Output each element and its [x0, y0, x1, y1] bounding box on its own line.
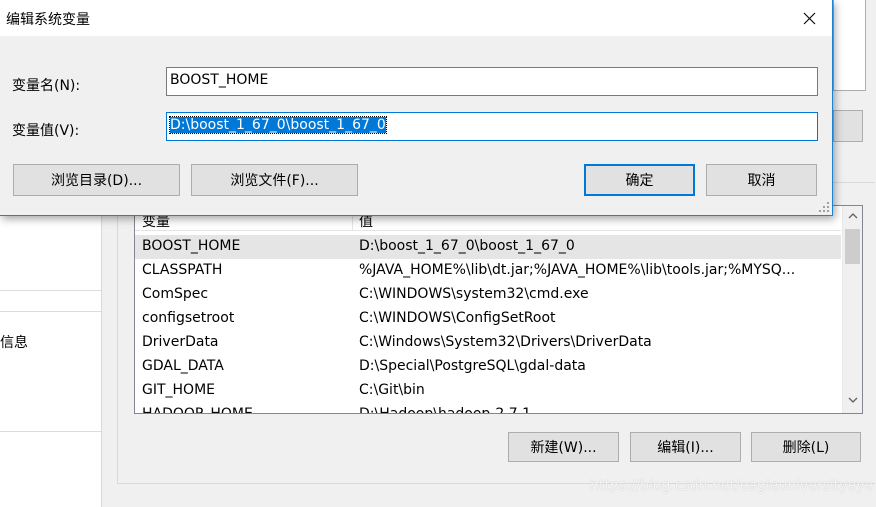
variable-name: HADOOP_HOME [142, 406, 253, 414]
info-label: 信息 [0, 335, 28, 351]
variable-value: C:\Git\bin [359, 382, 425, 398]
cancel-button[interactable]: 取消 [706, 164, 817, 196]
edit-button[interactable]: 编辑(I)... [630, 432, 741, 462]
variable-name: BOOST_HOME [142, 238, 241, 254]
new-button[interactable]: 新建(W)... [508, 432, 619, 462]
variable-name: DriverData [142, 334, 219, 350]
browse-file-button[interactable]: 浏览文件(F)... [191, 164, 358, 196]
table-row[interactable]: configsetroot C:\WINDOWS\ConfigSetRoot [135, 307, 841, 331]
table-row[interactable]: HADOOP_HOME D:\Hadoop\hadoop-2.7.1 [135, 403, 841, 414]
variable-name: configsetroot [142, 310, 235, 326]
close-button[interactable] [786, 0, 832, 36]
table-row[interactable]: DriverData C:\Windows\System32\Drivers\D… [135, 331, 841, 355]
close-icon [803, 12, 815, 24]
table-row[interactable]: CLASSPATH %JAVA_HOME%\lib\dt.jar;%JAVA_H… [135, 259, 841, 283]
dialog-title: 编辑系统变量 [6, 12, 90, 28]
chevron-down-icon[interactable] [843, 392, 862, 409]
variable-name: ComSpec [142, 286, 209, 302]
system-variables-list[interactable]: 变量 值 BOOST_HOME D:\boost_1_67_0\boost_1_… [134, 205, 863, 414]
scrollbar-thumb[interactable] [845, 229, 860, 264]
divider [0, 290, 101, 291]
variable-name-field[interactable]: BOOST_HOME [166, 67, 818, 96]
browse-directory-button[interactable]: 浏览目录(D)... [13, 164, 180, 196]
vertical-scrollbar[interactable] [842, 206, 862, 413]
table-row[interactable]: GDAL_DATA D:\Special\PostgreSQL\gdal-dat… [135, 355, 841, 379]
variable-value: D:\Special\PostgreSQL\gdal-data [359, 358, 586, 374]
resize-grip-icon[interactable] [818, 201, 830, 213]
title-bar[interactable]: 编辑系统变量 [0, 0, 832, 36]
delete-button[interactable]: 删除(L) [751, 432, 861, 462]
variable-name-label: 变量名(N): [12, 78, 81, 94]
variable-value: D:\Hadoop\hadoop-2.7.1 [359, 406, 531, 414]
ok-button[interactable]: 确定 [584, 164, 695, 196]
variable-name: CLASSPATH [142, 262, 223, 278]
variable-value-field[interactable]: D:\boost_1_67_0\boost_1_67_0 [166, 112, 818, 141]
user-variables-button-edge[interactable] [833, 110, 863, 142]
variable-value: C:\WINDOWS\system32\cmd.exe [359, 286, 589, 302]
user-variables-list-edge [833, 0, 866, 91]
variable-value-label: 变量值(V): [12, 123, 80, 139]
edit-system-variable-dialog: 编辑系统变量 变量名(N): BOOST_HOME 变量值(V): D:\boo… [0, 0, 833, 216]
variable-value: %JAVA_HOME%\lib\dt.jar;%JAVA_HOME%\lib\t… [359, 262, 796, 278]
variable-value: C:\Windows\System32\Drivers\DriverData [359, 334, 652, 350]
table-row[interactable]: ComSpec C:\WINDOWS\system32\cmd.exe [135, 283, 841, 307]
table-row[interactable]: GIT_HOME C:\Git\bin [135, 379, 841, 403]
variable-name: GIT_HOME [142, 382, 216, 398]
selected-value-text: D:\boost_1_67_0\boost_1_67_0 [169, 116, 387, 134]
variable-value: C:\WINDOWS\ConfigSetRoot [359, 310, 556, 326]
variable-value: D:\boost_1_67_0\boost_1_67_0 [359, 238, 575, 254]
divider [0, 311, 101, 312]
watermark: https://blog.csdn.net/eagleuniversityeye [590, 478, 874, 494]
chevron-up-icon[interactable] [843, 208, 862, 225]
table-row[interactable]: BOOST_HOME D:\boost_1_67_0\boost_1_67_0 [135, 235, 841, 259]
divider [0, 431, 101, 432]
variable-name: GDAL_DATA [142, 358, 224, 374]
